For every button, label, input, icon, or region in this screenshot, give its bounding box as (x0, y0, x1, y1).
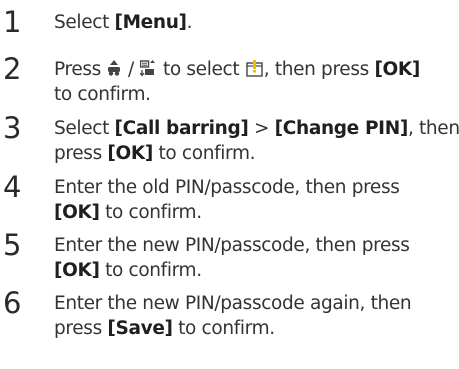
menu-label: [Menu] (114, 12, 187, 33)
step-text-line-2: to confirm. (54, 82, 456, 107)
text-run: to confirm. (152, 143, 256, 164)
text-run: Select (54, 118, 115, 139)
settings-menu-icon (246, 59, 263, 84)
step-number: 3 (3, 111, 22, 145)
phonebook-scroll-icon (139, 59, 156, 84)
text-run: to confirm. (54, 84, 151, 105)
step-number: 4 (3, 170, 22, 204)
save-label: [Save] (107, 318, 173, 339)
step-text-line-1: Select [Call barring] > [Change PIN], th… (54, 116, 459, 141)
text-run: to confirm. (99, 260, 202, 281)
step-text-line-2: press [Save] to confirm. (54, 316, 456, 341)
text-run: to confirm. (172, 318, 275, 339)
change-pin-label: [Change PIN] (274, 118, 409, 139)
step-number: 6 (3, 286, 22, 320)
step-text-line-2: press [OK] to confirm. (54, 141, 456, 166)
text-run: , then press (263, 59, 375, 80)
call-barring-label: [Call barring] (114, 118, 249, 139)
step-number: 1 (3, 5, 22, 39)
step-text-line-1: Enter the old PIN/passcode, then press (54, 177, 400, 198)
step-number: 5 (3, 228, 22, 262)
text-run: press (54, 318, 108, 339)
text-run: to confirm. (99, 202, 202, 223)
step-text-line-1: Enter the new PIN/passcode, then press (54, 235, 410, 256)
text-run: , then (407, 118, 459, 139)
ok-label: [OK] (54, 260, 100, 281)
text-run: press (54, 143, 108, 164)
step-text-line-2: [OK] to confirm. (54, 258, 456, 283)
step-text-line-1: Press / to select , then press [OK] (54, 57, 456, 84)
step-text-line-1: Enter the new PIN/passcode again, then (54, 293, 412, 314)
ok-label: [OK] (54, 202, 100, 223)
text-run: > (248, 118, 275, 139)
text-run: / (122, 59, 140, 80)
step-text: Select [Menu]. (54, 10, 456, 35)
up-down-nav-icon (107, 59, 121, 84)
step-text-line-2: [OK] to confirm. (54, 200, 456, 225)
text-run: Press (54, 59, 107, 80)
ok-label: [OK] (374, 59, 421, 80)
step-number: 2 (3, 52, 22, 86)
text-run: Select (54, 12, 115, 33)
ok-label: [OK] (107, 143, 153, 164)
text-run: to select (157, 59, 245, 80)
text-run: . (186, 12, 193, 33)
